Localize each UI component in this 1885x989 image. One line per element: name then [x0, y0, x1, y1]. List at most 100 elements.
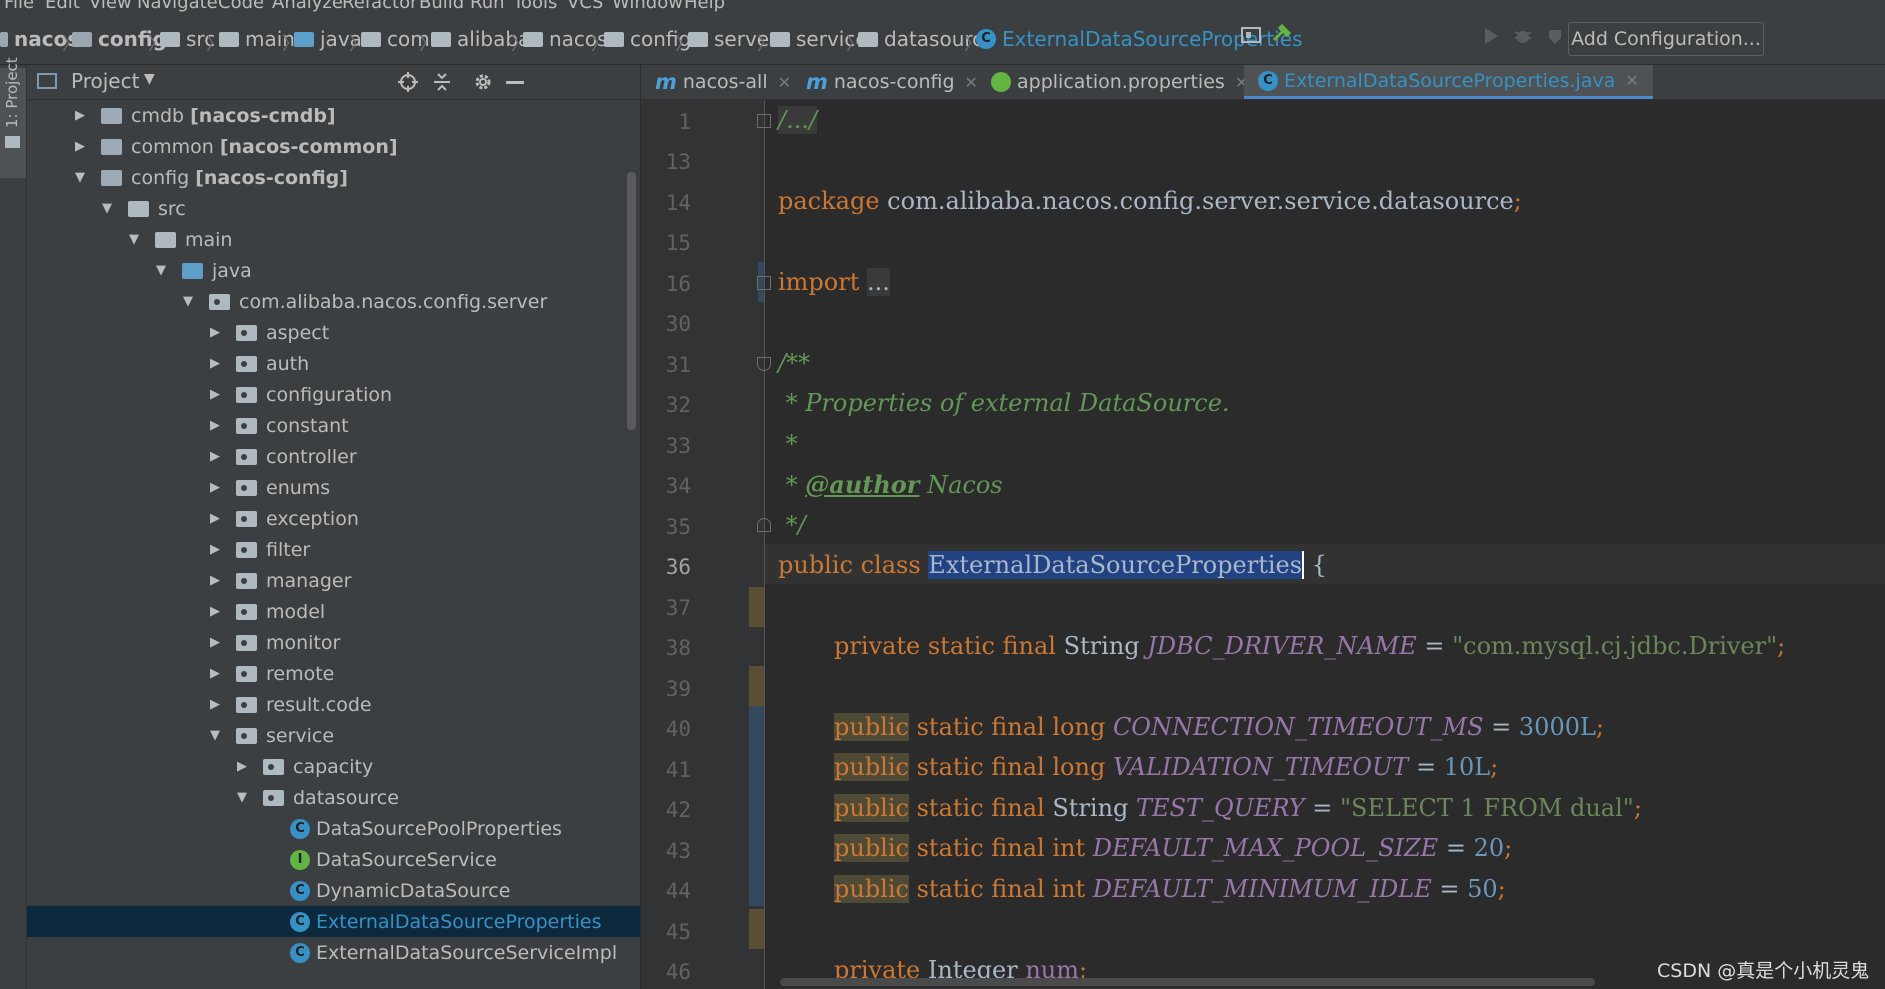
minimize-icon[interactable]: [506, 81, 524, 84]
expand-arrow-icon[interactable]: ▶: [208, 387, 222, 402]
run-icon[interactable]: [1480, 26, 1502, 46]
expand-arrow-icon[interactable]: ▶: [208, 666, 222, 681]
folder-icon: [155, 231, 176, 248]
collapse-arrow-icon[interactable]: ▼: [208, 728, 222, 743]
tree-item-selected[interactable]: C ExternalDataSourceProperties: [27, 906, 640, 937]
tree-item[interactable]: ▶ configuration: [27, 379, 640, 410]
menu-tools[interactable]: Tools: [513, 0, 557, 13]
tree-item[interactable]: C DynamicDataSource: [27, 875, 640, 906]
project-scrollbar[interactable]: [627, 172, 636, 430]
tree-item[interactable]: ▶ cmdb [nacos-cmdb]: [27, 100, 640, 131]
project-structure-icon[interactable]: [1240, 25, 1262, 45]
expand-arrow-icon[interactable]: ▶: [208, 418, 222, 433]
collapse-arrow-icon[interactable]: ▼: [73, 170, 87, 185]
source-folder-icon: [182, 262, 203, 279]
close-icon[interactable]: ✕: [778, 73, 791, 92]
menu-refactor[interactable]: Refactor: [342, 0, 418, 13]
tree-item[interactable]: ▶ common [nacos-common]: [27, 131, 640, 162]
tree-item[interactable]: ▶ capacity: [27, 751, 640, 782]
gear-icon[interactable]: [472, 71, 494, 93]
editor-horizontal-scrollbar[interactable]: [780, 978, 1595, 986]
menu-view[interactable]: View: [89, 0, 132, 13]
collapse-arrow-icon[interactable]: ▼: [154, 263, 168, 278]
collapse-arrow-icon[interactable]: ▼: [235, 790, 249, 805]
tree-item[interactable]: ▼ service: [27, 720, 640, 751]
expand-arrow-icon[interactable]: ▶: [208, 325, 222, 340]
tree-item[interactable]: C ExternalDataSourceServiceImpl: [27, 937, 640, 968]
expand-arrow-icon[interactable]: ▶: [73, 108, 87, 123]
tree-item[interactable]: ▼ main: [27, 224, 640, 255]
collapse-arrow-icon[interactable]: ▼: [181, 294, 195, 309]
locate-target-icon[interactable]: [397, 71, 419, 93]
menu-help[interactable]: Help: [684, 0, 725, 13]
change-marker: [749, 706, 764, 906]
tree-item[interactable]: ▼ com.alibaba.nacos.config.server: [27, 286, 640, 317]
expand-arrow-icon[interactable]: ▶: [235, 759, 249, 774]
debug-icon[interactable]: [1512, 26, 1534, 46]
folder-icon: [5, 136, 20, 148]
expand-arrow-icon[interactable]: ▶: [208, 604, 222, 619]
tree-item[interactable]: ▶ controller: [27, 441, 640, 472]
close-icon[interactable]: ✕: [1625, 71, 1638, 90]
menu-navigate[interactable]: Navigate: [137, 0, 218, 13]
close-icon[interactable]: ✕: [965, 73, 978, 92]
add-configuration-button[interactable]: Add Configuration...: [1568, 22, 1764, 56]
tree-item[interactable]: ▶ auth: [27, 348, 640, 379]
code-line: private static final String JDBC_DRIVER_…: [834, 632, 1786, 660]
line-number: 38: [665, 636, 691, 660]
chevron-down-icon[interactable]: ▼: [144, 71, 155, 87]
tree-item[interactable]: ▶ constant: [27, 410, 640, 441]
coverage-icon[interactable]: [1545, 26, 1567, 46]
selected-class-name[interactable]: ExternalDataSourceProperties: [928, 551, 1303, 579]
expand-arrow-icon[interactable]: ▶: [208, 480, 222, 495]
tab-external-datasource-properties[interactable]: C ExternalDataSourceProperties.java ✕: [1244, 65, 1653, 99]
menu-window[interactable]: Window: [612, 0, 683, 13]
expand-arrow-icon[interactable]: ▶: [208, 573, 222, 588]
tree-item[interactable]: ▶ manager: [27, 565, 640, 596]
tree-item[interactable]: I DataSourceService: [27, 844, 640, 875]
tree-item[interactable]: ▶ aspect: [27, 317, 640, 348]
tree-item[interactable]: ▶ enums: [27, 472, 640, 503]
tree-item[interactable]: ▼ config [nacos-config]: [27, 162, 640, 193]
menu-run[interactable]: Run: [470, 0, 505, 13]
project-tool-tab[interactable]: 1: Project: [0, 57, 26, 178]
fold-end-icon[interactable]: [757, 518, 771, 532]
tab-application-properties[interactable]: application.properties ✕: [991, 65, 1248, 99]
package-icon: [236, 603, 257, 620]
tree-item[interactable]: ▶ filter: [27, 534, 640, 565]
tab-nacos-config[interactable]: m nacos-config ✕: [806, 65, 978, 99]
collapse-arrow-icon[interactable]: ▼: [100, 201, 114, 216]
tree-item[interactable]: ▶ result.code: [27, 689, 640, 720]
expand-arrow-icon[interactable]: ▶: [208, 697, 222, 712]
menu-file[interactable]: File: [4, 0, 34, 13]
tree-item[interactable]: ▼ datasource: [27, 782, 640, 813]
expand-arrow-icon[interactable]: ▶: [208, 635, 222, 650]
fold-expand-icon[interactable]: [757, 276, 771, 290]
tree-item[interactable]: ▶ monitor: [27, 627, 640, 658]
package-icon: [236, 727, 257, 744]
collapse-all-icon[interactable]: [432, 71, 452, 93]
menu-build[interactable]: Build: [419, 0, 464, 13]
fold-expand-icon[interactable]: [757, 114, 771, 128]
menu-edit[interactable]: Edit: [45, 0, 80, 13]
tree-item[interactable]: C DataSourcePoolProperties: [27, 813, 640, 844]
fold-collapse-icon[interactable]: [757, 357, 771, 371]
menu-analyze[interactable]: Analyze: [272, 0, 343, 13]
tree-item[interactable]: ▶ exception: [27, 503, 640, 534]
expand-arrow-icon[interactable]: ▶: [208, 542, 222, 557]
menu-code[interactable]: Code: [218, 0, 264, 13]
tree-item[interactable]: ▶ model: [27, 596, 640, 627]
build-hammer-icon[interactable]: [1270, 24, 1292, 44]
tab-nacos-all[interactable]: m nacos-all ✕: [655, 65, 791, 99]
tree-item[interactable]: ▼ java: [27, 255, 640, 286]
expand-arrow-icon[interactable]: ▶: [73, 139, 87, 154]
menu-vcs[interactable]: VCS: [567, 0, 603, 13]
expand-arrow-icon[interactable]: ▶: [208, 449, 222, 464]
project-panel-title[interactable]: Project: [71, 69, 139, 93]
expand-arrow-icon[interactable]: ▶: [208, 356, 222, 371]
collapse-arrow-icon[interactable]: ▼: [127, 232, 141, 247]
tree-item[interactable]: ▼ src: [27, 193, 640, 224]
tree-item[interactable]: ▶ remote: [27, 658, 640, 689]
maven-icon: m: [655, 70, 677, 94]
expand-arrow-icon[interactable]: ▶: [208, 511, 222, 526]
